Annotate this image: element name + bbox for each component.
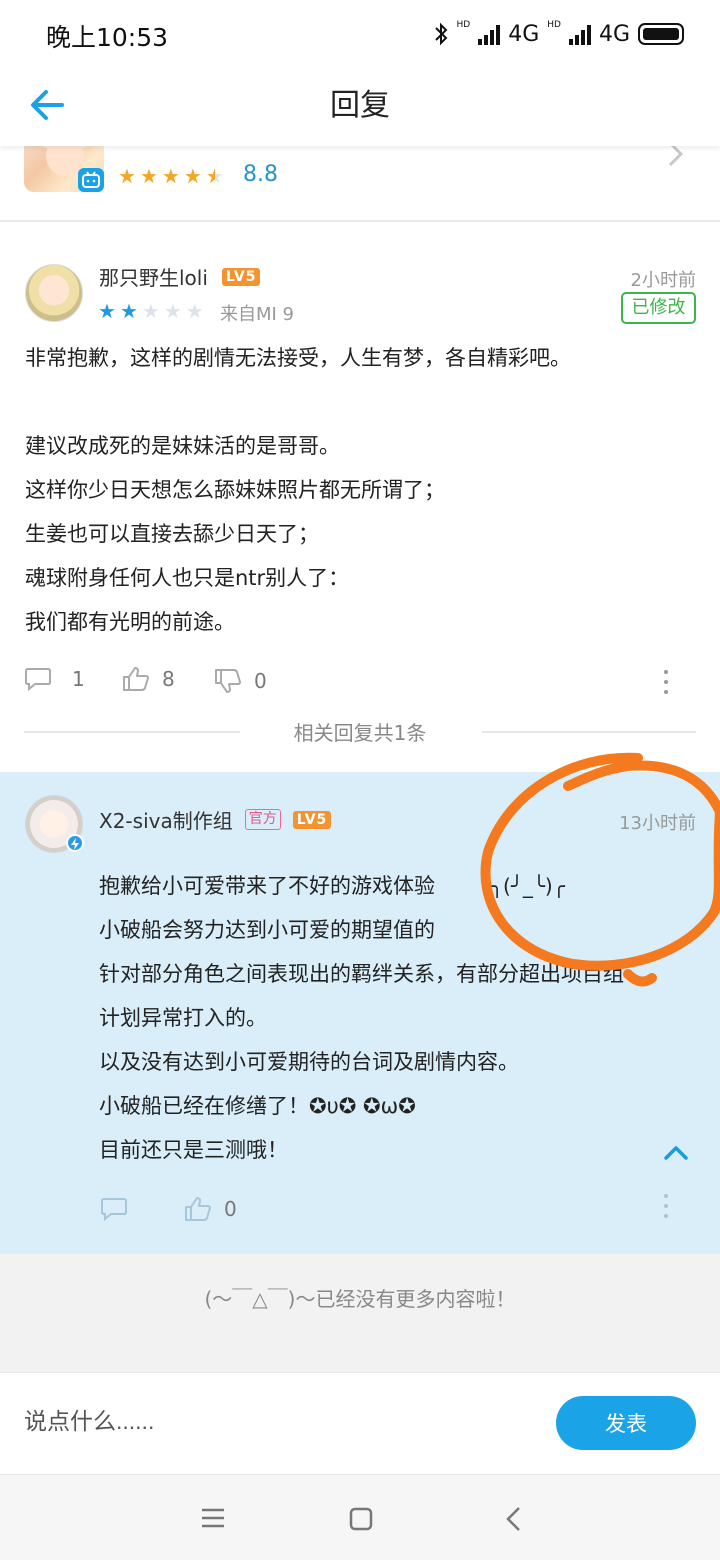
- reply-count: 1: [72, 667, 85, 691]
- chat-bubble-icon: [25, 668, 51, 692]
- more-options-icon[interactable]: [661, 670, 671, 694]
- dislike-count: 0: [254, 669, 267, 693]
- game-rating-stars: ★ ★ ★ ★ ★: [118, 165, 224, 187]
- star-icon: ★: [183, 164, 202, 188]
- like-action[interactable]: 0: [184, 1196, 237, 1222]
- comment-body-line: 我们都有光明的前途。: [25, 610, 235, 634]
- level-badge: LV5: [292, 810, 332, 829]
- end-of-list-text: (〜￣△￣)〜已经没有更多内容啦！: [204, 1287, 516, 1311]
- game-score: 8.8: [243, 162, 278, 187]
- official-badge: 官方: [244, 809, 281, 830]
- comment-body: 非常抱歉，这样的剧情无法接受，人生有梦，各自精彩吧。 建议改成死的是妹妹活的是哥…: [25, 336, 571, 644]
- battery-icon: [638, 23, 684, 45]
- app-header: 回复: [0, 66, 720, 146]
- thumbs-up-icon: [185, 1197, 211, 1221]
- star-empty-icon: ★: [185, 299, 204, 323]
- like-action[interactable]: 8: [122, 666, 175, 692]
- comment-body-line: 建议改成死的是妹妹活的是哥哥。: [25, 434, 340, 458]
- star-empty-icon: ★: [141, 299, 160, 323]
- network-label-2: 4G: [598, 21, 630, 47]
- reply-body-line: 以及没有达到小可爱期待的台词及剧情内容。: [99, 1050, 519, 1074]
- network-label-1: 4G: [508, 21, 540, 47]
- star-icon: ★: [118, 164, 136, 188]
- reply-body-line: 抱歉给小可爱带来了不好的游戏体验 ╮(╯_╰)╭: [99, 864, 624, 908]
- end-of-list: [0, 1254, 720, 1372]
- thumbs-down-icon: [215, 669, 241, 693]
- signal-icon-2: [568, 23, 591, 45]
- bilibili-tv-icon: [78, 168, 104, 192]
- reply-action[interactable]: [100, 1196, 128, 1222]
- comment-body-line: 非常抱歉，这样的剧情无法接受，人生有梦，各自精彩吧。: [25, 346, 571, 370]
- verified-icon: [66, 834, 84, 852]
- comment-input[interactable]: [24, 1396, 524, 1446]
- star-icon: ★: [161, 164, 180, 188]
- star-icon: ★: [98, 299, 116, 323]
- edited-badge: 已修改: [621, 292, 696, 324]
- divider: [482, 731, 696, 733]
- home-icon[interactable]: [347, 1505, 375, 1537]
- star-icon: ★: [119, 299, 138, 323]
- reply-body-line: 目前还只是三测哦！: [99, 1138, 288, 1162]
- back-nav-icon[interactable]: [500, 1505, 528, 1537]
- reply-user-line: X2-siva制作组 官方 LV5: [99, 805, 332, 834]
- collapse-button[interactable]: [656, 1138, 696, 1168]
- reply-action[interactable]: 1: [24, 666, 85, 692]
- reply-body: 抱歉给小可爱带来了不好的游戏体验 ╮(╯_╰)╭ 小破船会努力达到小可爱的期望值的…: [99, 864, 624, 1172]
- menu-icon[interactable]: [198, 1505, 228, 1535]
- status-bar: 晚上10:53 HD 4G HD 4G: [0, 0, 720, 66]
- more-options-icon[interactable]: [661, 1194, 671, 1218]
- bluetooth-icon: [434, 22, 447, 46]
- page-title: 回复: [330, 88, 390, 123]
- reply-body-line: 计划异常打入的。: [99, 1006, 267, 1030]
- reply-time: 13小时前: [619, 813, 696, 834]
- post-button[interactable]: 发表: [556, 1396, 696, 1450]
- reply-username[interactable]: X2-siva制作组: [99, 805, 233, 834]
- half-star-icon: ★: [205, 164, 224, 188]
- reply-body-line: 针对部分角色之间表现出的羁绊关系，有部分超出项目组: [99, 962, 624, 986]
- reply-body-line: 小破船会努力达到小可爱的期望值的: [99, 918, 435, 942]
- system-nav-bar: [0, 1474, 720, 1560]
- comment-time: 2小时前: [630, 270, 696, 291]
- thumbs-up-icon: [123, 667, 149, 691]
- comment-body-line: [25, 380, 571, 424]
- divider: [0, 220, 720, 222]
- hd-label-1: HD: [456, 20, 471, 30]
- status-icons: HD 4G HD 4G: [433, 18, 684, 50]
- star-icon: ★: [139, 164, 158, 188]
- comment-body-line: 生姜也可以直接去舔少日天了；: [25, 522, 319, 546]
- comment-user-line: 那只野生loli LV5: [99, 262, 261, 291]
- comment-rating-stars: ★ ★ ★ ★ ★: [98, 300, 204, 322]
- signal-icon-1: [478, 23, 501, 45]
- chevron-up-icon: [664, 1146, 688, 1160]
- level-badge: LV5: [221, 267, 261, 286]
- dislike-action[interactable]: 0: [214, 668, 267, 694]
- emoticon: ╮(╯_╰)╭: [491, 874, 565, 898]
- comment-device: 来自MI 9: [220, 304, 295, 325]
- comment-username[interactable]: 那只野生loli: [99, 262, 208, 291]
- like-count: 0: [224, 1197, 237, 1221]
- status-time: 晚上10:53: [46, 23, 169, 52]
- star-empty-icon: ★: [163, 299, 182, 323]
- game-info-row[interactable]: [0, 146, 720, 220]
- reply-body-line: 小破船已经在修缮了！✪υ✪ ✪ω✪: [99, 1094, 416, 1118]
- like-count: 8: [162, 667, 175, 691]
- hd-label-2: HD: [547, 20, 561, 30]
- avatar[interactable]: [25, 264, 83, 322]
- chat-bubble-icon: [101, 1198, 127, 1222]
- comment-body-line: 这样你少日天想怎么舔妹妹照片都无所谓了；: [25, 478, 445, 502]
- comment-body-line: 魂球附身任何人也只是ntr别人了：: [25, 566, 350, 590]
